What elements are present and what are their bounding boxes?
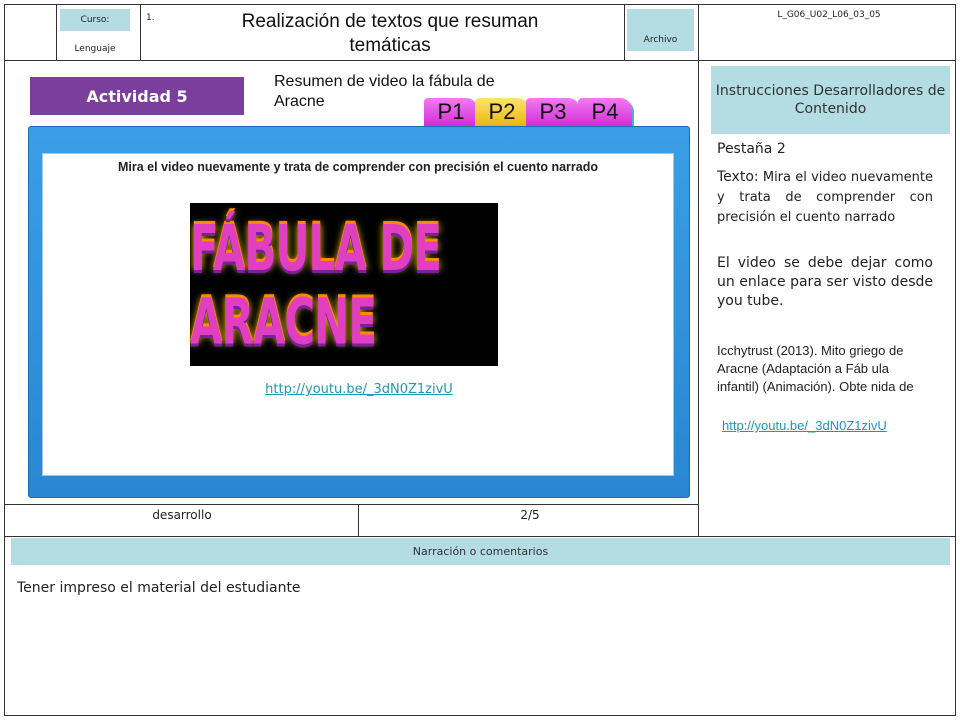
citation-link[interactable]: http://youtu.be/_3dN0Z1zivU: [722, 418, 887, 433]
activity-badge: Actividad 5: [30, 77, 244, 115]
border-left: [4, 4, 5, 716]
video-note: El video se debe dejar como un enlace pa…: [717, 255, 933, 309]
page-title: Realización de textos que resuman temáti…: [241, 11, 539, 56]
tab-p3[interactable]: P3: [526, 98, 580, 126]
page-number: 2/5: [520, 508, 540, 522]
activity-instruction: Mira el video nuevamente y trata de comp…: [118, 160, 598, 174]
divider-narration: [4, 536, 956, 537]
border-bottom: [4, 715, 956, 716]
curso-label: Curso:: [60, 9, 130, 31]
tab-p4[interactable]: P4: [578, 98, 632, 126]
tab-name: Pestaña 2: [717, 141, 786, 157]
file-code: L_G06_U02_L06_03_05: [777, 10, 881, 20]
video-thumbnail[interactable]: FÁBULA DE ARACNE: [190, 203, 498, 366]
border-top: [4, 4, 956, 5]
texto-block: Texto: Mira el video nuevamente y trata …: [717, 167, 933, 228]
divider-v2: [140, 4, 141, 60]
lesson-number: 1.: [146, 13, 155, 23]
divider-v4: [698, 4, 699, 536]
divider-desarrollo: [4, 504, 698, 505]
stage-label: desarrollo: [152, 508, 212, 522]
tab-p1[interactable]: P1: [424, 98, 478, 126]
tab-p2[interactable]: P2: [475, 98, 529, 126]
divider-v3: [624, 4, 625, 60]
narration-heading: Narración o comentarios: [11, 538, 950, 565]
archivo-label: Archivo: [627, 9, 694, 51]
citation: Icchytrust (2013). Mito griego de Aracne…: [717, 343, 914, 394]
video-title-art: FÁBULA DE ARACNE: [190, 211, 442, 358]
texto-label: Texto:: [717, 169, 759, 185]
divider-header: [4, 60, 956, 61]
video-link[interactable]: http://youtu.be/_3dN0Z1zivU: [190, 382, 528, 397]
instructions-heading: Instrucciones Desarrolladores de Conteni…: [711, 66, 950, 134]
curso-value: Lenguaje: [74, 44, 116, 54]
narration-text: Tener impreso el material del estudiante: [17, 580, 301, 596]
divider-v1: [56, 4, 57, 60]
divider-page: [358, 504, 359, 536]
border-right: [955, 4, 956, 716]
